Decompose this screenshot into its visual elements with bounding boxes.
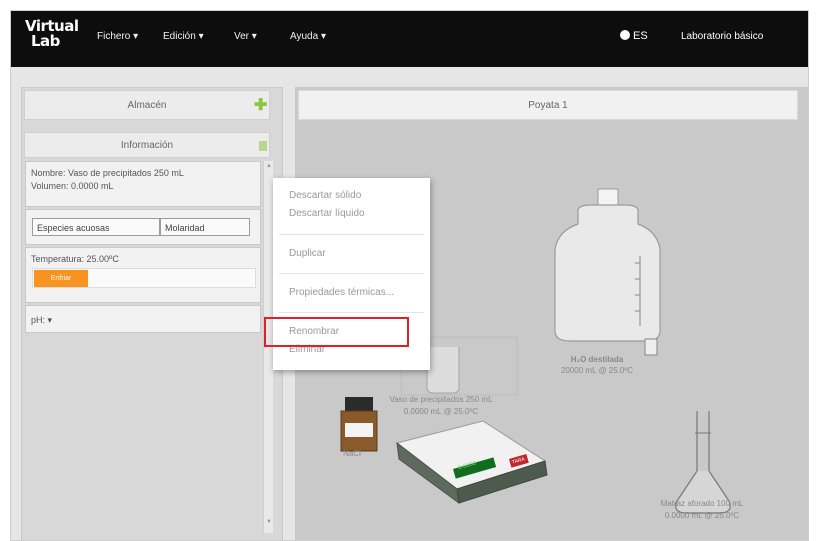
bottle-label: H₂O destilada bbox=[570, 355, 624, 364]
molarity-column-header: Molaridad bbox=[160, 218, 250, 236]
menu-separator bbox=[279, 312, 424, 313]
scroll-down-icon[interactable]: ▼ bbox=[266, 519, 272, 525]
beaker-label: Vaso de precipitados 250 mL bbox=[389, 395, 493, 404]
app-window: Virtual Lab Fichero ▾ Edición ▾ Ver ▾ Ay… bbox=[10, 10, 809, 541]
info-icon[interactable] bbox=[259, 141, 267, 151]
water-bottle-icon[interactable] bbox=[554, 188, 661, 356]
species-column-header: Especies acuosas bbox=[32, 218, 160, 236]
menu-ayuda[interactable]: Ayuda ▾ bbox=[290, 31, 326, 42]
beaker-icon[interactable] bbox=[426, 347, 460, 394]
menu-edicion[interactable]: Edición ▾ bbox=[163, 31, 204, 42]
volumetric-flask-icon[interactable] bbox=[675, 411, 731, 514]
bottle-detail: 20000 mL @ 25.0ºC bbox=[560, 366, 634, 375]
rename-highlight-box bbox=[264, 317, 409, 347]
temperature-label: Temperatura: 25.00ºC bbox=[31, 254, 119, 264]
scroll-up-icon[interactable]: ▲ bbox=[266, 163, 272, 169]
info-details: Nombre: Vaso de precipitados 250 mL Volu… bbox=[25, 161, 261, 207]
lab-name[interactable]: Laboratorio básico bbox=[681, 31, 763, 42]
language-selector[interactable]: ES bbox=[620, 30, 648, 42]
menu-duplicate[interactable]: Duplicar bbox=[289, 248, 326, 259]
cool-button[interactable]: Enfriar bbox=[34, 270, 88, 287]
sidebar-scrollbar[interactable]: ▲ ▼ bbox=[263, 161, 273, 533]
beaker-detail: 0.0000 mL @ 25.0ºC bbox=[403, 407, 479, 416]
menu-separator bbox=[279, 234, 424, 235]
flask-detail: 0.0000 mL @ 25.0ºC bbox=[664, 511, 740, 520]
nacl-jar-icon[interactable] bbox=[340, 397, 378, 452]
ph-label[interactable]: pH: ▾ bbox=[31, 315, 52, 326]
menu-discard-solid[interactable]: Descartar sólido bbox=[289, 190, 361, 201]
info-header[interactable]: Información bbox=[24, 132, 270, 158]
temperature-box: Temperatura: 25.00ºC Enfriar bbox=[25, 247, 261, 303]
menu-ver[interactable]: Ver ▾ bbox=[234, 31, 257, 42]
top-navbar: Virtual Lab Fichero ▾ Edición ▾ Ver ▾ Ay… bbox=[11, 11, 808, 67]
item-volume: Volumen: 0.0000 mL bbox=[31, 181, 114, 191]
species-box: Especies acuosas Molaridad bbox=[25, 209, 261, 245]
add-icon[interactable]: ✚ bbox=[254, 95, 267, 115]
bench-tab[interactable]: Poyata 1 bbox=[298, 90, 798, 120]
menu-fichero[interactable]: Fichero ▾ bbox=[97, 31, 138, 42]
menu-discard-liquid[interactable]: Descartar líquido bbox=[289, 208, 365, 219]
globe-icon bbox=[620, 30, 630, 40]
virtual-lab-logo[interactable]: Virtual Lab bbox=[25, 19, 79, 49]
menu-thermal-properties[interactable]: Propiedades térmicas... bbox=[289, 287, 394, 298]
flask-label: Matraz aforado 100 mL bbox=[660, 499, 744, 508]
store-header[interactable]: Almacén bbox=[24, 90, 270, 120]
menu-separator bbox=[279, 273, 424, 274]
reagent-label: NaCl bbox=[343, 449, 361, 458]
temperature-slider[interactable]: Enfriar bbox=[32, 268, 256, 288]
item-name: Nombre: Vaso de precipitados 250 mL bbox=[31, 168, 184, 178]
ph-box[interactable]: pH: ▾ bbox=[25, 305, 261, 333]
